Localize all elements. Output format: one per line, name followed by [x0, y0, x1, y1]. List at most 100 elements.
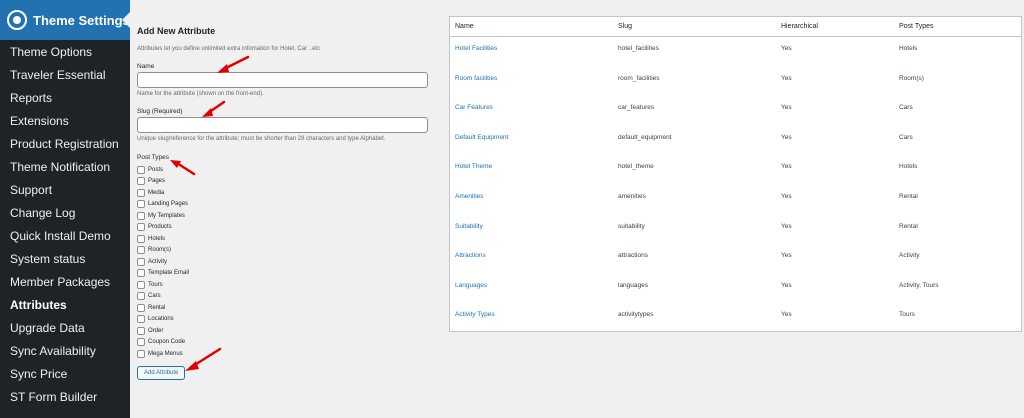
- post-type-option: Locations: [137, 314, 189, 326]
- post-types-label: Post Types: [137, 154, 170, 161]
- attribute-name-link[interactable]: Attractions: [455, 252, 486, 259]
- attribute-hierarchical: Yes: [781, 133, 792, 141]
- attribute-post-types: Room(s): [899, 74, 924, 82]
- attribute-name-link[interactable]: Hotel Theme: [455, 163, 492, 170]
- post-type-option: Media: [137, 187, 189, 199]
- attribute-name-link[interactable]: Room facilities: [455, 75, 497, 82]
- attribute-hierarchical: Yes: [781, 163, 792, 171]
- post-type-label: Template Email: [148, 270, 190, 277]
- post-type-checkbox[interactable]: [137, 188, 145, 197]
- form-intro: Attributes let you define unlimited extr…: [137, 46, 321, 52]
- slug-input[interactable]: [137, 117, 428, 133]
- sidebar-item-st-form-builder[interactable]: ST Form Builder: [0, 385, 130, 408]
- admin-sidebar: Theme Settings Theme Options Traveler Ess…: [0, 0, 130, 418]
- table-row: Activity Types activitytypes Yes Tours: [450, 304, 1021, 334]
- post-type-option: Cars: [137, 291, 189, 303]
- name-description: Name for the attribute (shown on the fro…: [137, 91, 264, 97]
- post-type-label: Cars: [148, 293, 161, 300]
- post-type-checkbox[interactable]: [137, 211, 145, 220]
- attribute-name-link[interactable]: Hotel Facilities: [455, 45, 497, 52]
- slug-description: Unique slug/reference for the attribute;…: [137, 136, 386, 142]
- sidebar-item-theme-options[interactable]: Theme Options: [0, 40, 130, 63]
- post-type-option: Mega Menus: [137, 348, 189, 360]
- attributes-table: Name Slug Hierarchical Post Types Hotel …: [449, 16, 1022, 332]
- post-type-checkbox[interactable]: [137, 257, 145, 266]
- attribute-slug: car_features: [618, 104, 655, 112]
- name-input[interactable]: [137, 72, 428, 88]
- column-header-slug[interactable]: Slug: [618, 23, 632, 30]
- attribute-slug: hotel_facilities: [618, 45, 659, 52]
- sidebar-item-extensions[interactable]: Extensions: [0, 109, 130, 132]
- post-type-option: Template Email: [137, 268, 189, 280]
- post-type-checkbox[interactable]: [137, 326, 145, 335]
- sidebar-item-sync-availability[interactable]: Sync Availability: [0, 339, 130, 362]
- attribute-name-link[interactable]: Activity Types: [455, 311, 495, 318]
- table-row: Hotel Facilities hotel_facilities Yes Hotel…: [450, 38, 1021, 68]
- attribute-post-types: Cars: [899, 133, 913, 141]
- attribute-name-link[interactable]: Amenities: [455, 193, 484, 200]
- table-header: Name Slug Hierarchical Post Types: [450, 17, 1021, 37]
- post-type-option: Products: [137, 222, 189, 234]
- add-attribute-button[interactable]: Add Attribute: [137, 366, 186, 380]
- attribute-hierarchical: Yes: [781, 222, 792, 230]
- sidebar-item-attributes[interactable]: Attributes: [0, 293, 130, 316]
- attribute-slug: default_equipment: [618, 133, 672, 141]
- attribute-hierarchical: Yes: [781, 74, 792, 82]
- sidebar-item-system-status[interactable]: System status: [0, 247, 130, 270]
- post-type-label: Activity: [148, 258, 168, 265]
- sidebar-item-member-packages[interactable]: Member Packages: [0, 270, 130, 293]
- attribute-post-types: Rental: [899, 222, 918, 230]
- post-type-checkbox[interactable]: [137, 177, 145, 186]
- attribute-name-link[interactable]: Default Equipment: [455, 134, 508, 141]
- sidebar-item-upgrade-data[interactable]: Upgrade Data: [0, 316, 130, 339]
- post-type-label: Products: [148, 224, 172, 231]
- attribute-slug: hotel_theme: [618, 163, 654, 171]
- table-row: Suitability suitability Yes Rental: [450, 216, 1021, 246]
- post-type-checkbox[interactable]: [137, 349, 145, 358]
- post-type-checkbox[interactable]: [137, 303, 145, 312]
- post-type-checkbox[interactable]: [137, 165, 145, 174]
- post-type-checkbox[interactable]: [137, 246, 145, 255]
- column-header-name[interactable]: Name: [455, 23, 474, 30]
- sidebar-item-change-log[interactable]: Change Log: [0, 201, 130, 224]
- post-type-checkbox[interactable]: [137, 280, 145, 289]
- post-types-checkbox-list: Posts Pages Media Landing Pages My Templates…: [137, 164, 189, 360]
- post-type-option: Rental: [137, 302, 189, 314]
- sidebar-item-support[interactable]: Support: [0, 178, 130, 201]
- attribute-slug: amenities: [618, 193, 646, 200]
- attribute-name-link[interactable]: Car Features: [455, 104, 493, 111]
- post-type-option: My Templates: [137, 210, 189, 222]
- sidebar-item-product-registration[interactable]: Product Registration: [0, 132, 130, 155]
- attribute-name-link[interactable]: Suitability: [455, 223, 483, 230]
- attribute-slug: attractions: [618, 252, 648, 260]
- post-type-checkbox[interactable]: [137, 292, 145, 301]
- post-type-checkbox[interactable]: [137, 315, 145, 324]
- post-type-label: Order: [148, 327, 164, 334]
- post-type-checkbox[interactable]: [137, 338, 145, 347]
- attribute-name-link[interactable]: Languages: [455, 282, 487, 289]
- sidebar-item-theme-notification[interactable]: Theme Notification: [0, 155, 130, 178]
- post-type-label: Rental: [148, 304, 166, 311]
- table-row: Attractions attractions Yes Activity: [450, 245, 1021, 275]
- post-type-checkbox[interactable]: [137, 200, 145, 209]
- post-type-checkbox[interactable]: [137, 269, 145, 278]
- post-type-option: Coupon Code: [137, 337, 189, 349]
- sidebar-item-sync-price[interactable]: Sync Price: [0, 362, 130, 385]
- post-type-checkbox[interactable]: [137, 234, 145, 243]
- post-type-option: Room(s): [137, 245, 189, 257]
- sidebar-menu: Theme Options Traveler Essential Reports Ex…: [0, 40, 130, 408]
- sidebar-item-reports[interactable]: Reports: [0, 86, 130, 109]
- sidebar-item-traveler-essential[interactable]: Traveler Essential: [0, 63, 130, 86]
- attribute-hierarchical: Yes: [781, 104, 792, 112]
- form-title: Add New Attribute: [137, 26, 216, 36]
- table-row: Languages languages Yes Activity, Tours: [450, 275, 1021, 305]
- name-label: Name: [137, 63, 155, 70]
- attribute-hierarchical: Yes: [781, 281, 792, 289]
- attribute-hierarchical: Yes: [781, 311, 792, 319]
- post-type-checkbox[interactable]: [137, 223, 145, 232]
- sidebar-header[interactable]: Theme Settings: [0, 0, 130, 40]
- post-type-label: Pages: [148, 178, 166, 185]
- sidebar-item-quick-install-demo[interactable]: Quick Install Demo: [0, 224, 130, 247]
- attribute-post-types: Tours: [899, 311, 915, 319]
- post-type-option: Landing Pages: [137, 199, 189, 211]
